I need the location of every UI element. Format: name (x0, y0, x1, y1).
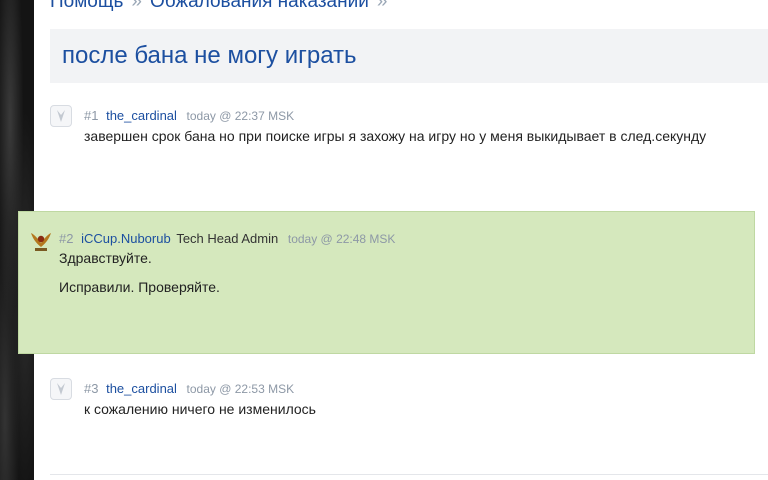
breadcrumb: Помощь » Обжалования наказаний » (50, 0, 395, 13)
breadcrumb-separator: » (131, 0, 142, 12)
post-time: today @ 22:48 MSK (287, 232, 396, 246)
post-meta: #2 iCCup.Nuborub Tech Head Admin today @… (59, 231, 395, 246)
breadcrumb-item-appeals[interactable]: Обжалования наказаний (150, 0, 369, 12)
admin-crest-icon (31, 233, 51, 251)
default-avatar-icon (57, 110, 65, 122)
post-body-line: Здравствуйте. (59, 250, 152, 266)
thread-title: после бана не могу играть (62, 42, 357, 69)
post-body: завершен срок бана но при поиске игры я … (84, 128, 707, 144)
admin-post: #2 iCCup.Nuborub Tech Head Admin today @… (18, 211, 755, 354)
author-role-badge: Tech Head Admin (176, 231, 279, 246)
post-author[interactable]: iCCup.Nuborub (81, 231, 171, 246)
breadcrumb-separator: » (376, 0, 388, 12)
post-time: today @ 22:37 MSK (186, 109, 295, 123)
post-body-line: Исправили. Проверяйте. (59, 279, 220, 295)
breadcrumb-item-help[interactable]: Помощь (50, 0, 123, 12)
post-meta: #1 the_cardinal today @ 22:37 MSK (84, 108, 294, 123)
post-number[interactable]: #1 (84, 108, 98, 123)
avatar[interactable] (29, 229, 53, 253)
post-number[interactable]: #2 (59, 231, 73, 246)
avatar[interactable] (50, 105, 72, 127)
thread-title-bar: после бана не могу играть (50, 29, 768, 83)
post-author[interactable]: the_cardinal (106, 108, 177, 123)
